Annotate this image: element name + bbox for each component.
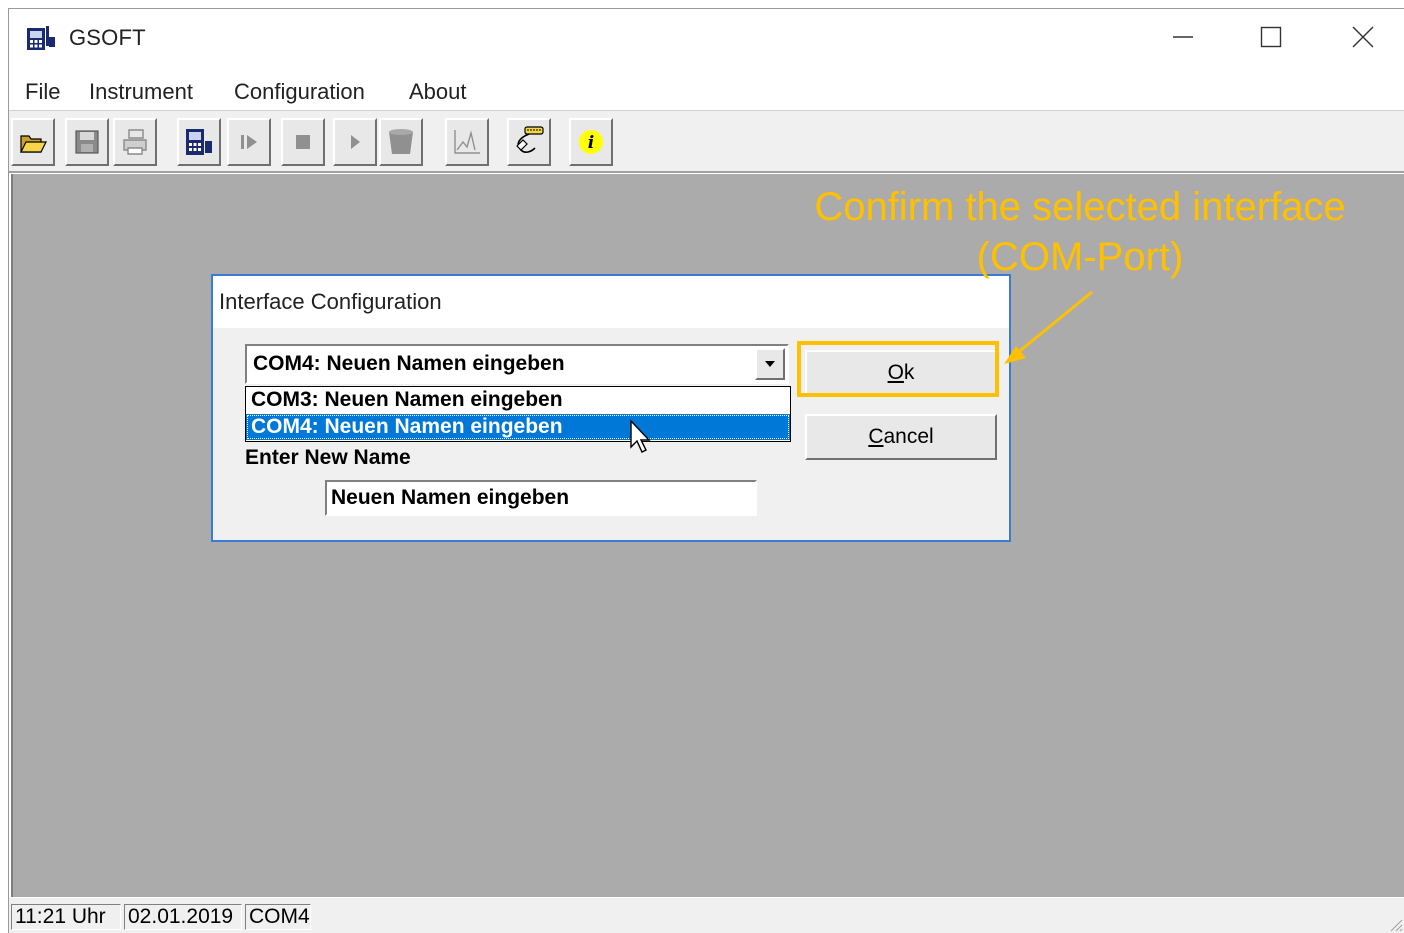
play-button[interactable]	[333, 118, 377, 166]
cancel-label: Cancel	[868, 425, 933, 449]
window-title: GSOFT	[69, 25, 146, 50]
ok-label: Ok	[888, 361, 915, 385]
container-button[interactable]	[379, 118, 423, 166]
chart-icon	[454, 130, 480, 154]
play-icon	[351, 135, 360, 149]
status-date: 02.01.2019	[124, 904, 242, 930]
menu-bar: File Instrument Configuration About	[9, 69, 1404, 109]
info-icon: i	[579, 130, 603, 154]
interface-combo[interactable]: COM4: Neuen Namen eingeben	[245, 344, 789, 384]
maximize-button[interactable]	[1247, 17, 1295, 57]
status-bar: 11:21 Uhr 02.01.2019 COM4	[9, 897, 1404, 933]
stop-button[interactable]	[281, 118, 325, 166]
minimize-icon	[1173, 36, 1193, 38]
step-play-icon	[241, 135, 257, 149]
menu-about[interactable]: About	[409, 79, 467, 105]
container-icon	[389, 129, 413, 154]
ok-label-rest: k	[903, 361, 915, 384]
interface-button[interactable]	[507, 118, 551, 166]
cancel-label-rest: ancel	[883, 425, 934, 448]
title-bar[interactable]: GSOFT	[9, 9, 1404, 67]
interface-cable-icon	[516, 126, 544, 153]
chart-button[interactable]	[445, 118, 489, 166]
app-window: GSOFT File Instrument Configuration Abou…	[8, 8, 1404, 933]
combo-dropdown-button[interactable]	[755, 348, 785, 380]
maximize-icon	[1260, 26, 1282, 48]
new-name-label: Enter New Name	[245, 446, 411, 469]
info-button[interactable]: i	[569, 118, 613, 166]
menu-file[interactable]: File	[25, 79, 60, 105]
step-play-button[interactable]	[227, 118, 271, 166]
close-icon	[1352, 26, 1374, 48]
dialog-title-bar[interactable]: Interface Configuration	[213, 276, 1009, 328]
cancel-mnemonic: C	[868, 425, 884, 448]
device-icon	[27, 26, 55, 50]
ok-mnemonic: O	[887, 361, 904, 384]
stop-icon	[296, 135, 310, 149]
dropdown-option-com4[interactable]: COM4: Neuen Namen eingeben	[246, 414, 790, 440]
svg-text:i: i	[588, 133, 594, 153]
minimize-button[interactable]	[1159, 17, 1207, 57]
status-port: COM4	[245, 904, 311, 930]
print-button[interactable]	[113, 118, 157, 166]
dialog-title: Interface Configuration	[219, 289, 442, 314]
open-button[interactable]	[11, 118, 55, 166]
dropdown-option-com3[interactable]: COM3: Neuen Namen eingeben	[246, 387, 790, 413]
open-folder-icon	[20, 135, 47, 153]
chevron-down-icon	[765, 361, 775, 367]
instrument-button[interactable]	[177, 118, 221, 166]
print-icon	[123, 129, 147, 155]
instrument-icon	[186, 129, 212, 155]
save-button[interactable]	[65, 118, 109, 166]
cancel-button[interactable]: Cancel	[805, 414, 997, 460]
menu-configuration[interactable]: Configuration	[234, 79, 365, 105]
interface-config-dialog: Interface Configuration COM4: Neuen Name…	[211, 274, 1011, 542]
interface-dropdown-list: COM3: Neuen Namen eingeben COM4: Neuen N…	[245, 386, 791, 442]
close-button[interactable]	[1339, 17, 1387, 57]
save-icon	[75, 130, 99, 154]
mouse-cursor-icon	[630, 419, 651, 453]
annotation-text: Confirm the selected interface (COM-Port…	[814, 185, 1346, 279]
toolbar: i	[9, 110, 1404, 173]
combo-value: COM4: Neuen Namen eingeben	[253, 352, 565, 375]
status-time: 11:21 Uhr	[11, 904, 121, 930]
resize-grip-icon[interactable]	[1387, 916, 1403, 932]
new-name-input[interactable]: Neuen Namen eingeben	[325, 480, 757, 516]
menu-instrument[interactable]: Instrument	[89, 79, 193, 105]
ok-button[interactable]: Ok	[805, 350, 997, 396]
